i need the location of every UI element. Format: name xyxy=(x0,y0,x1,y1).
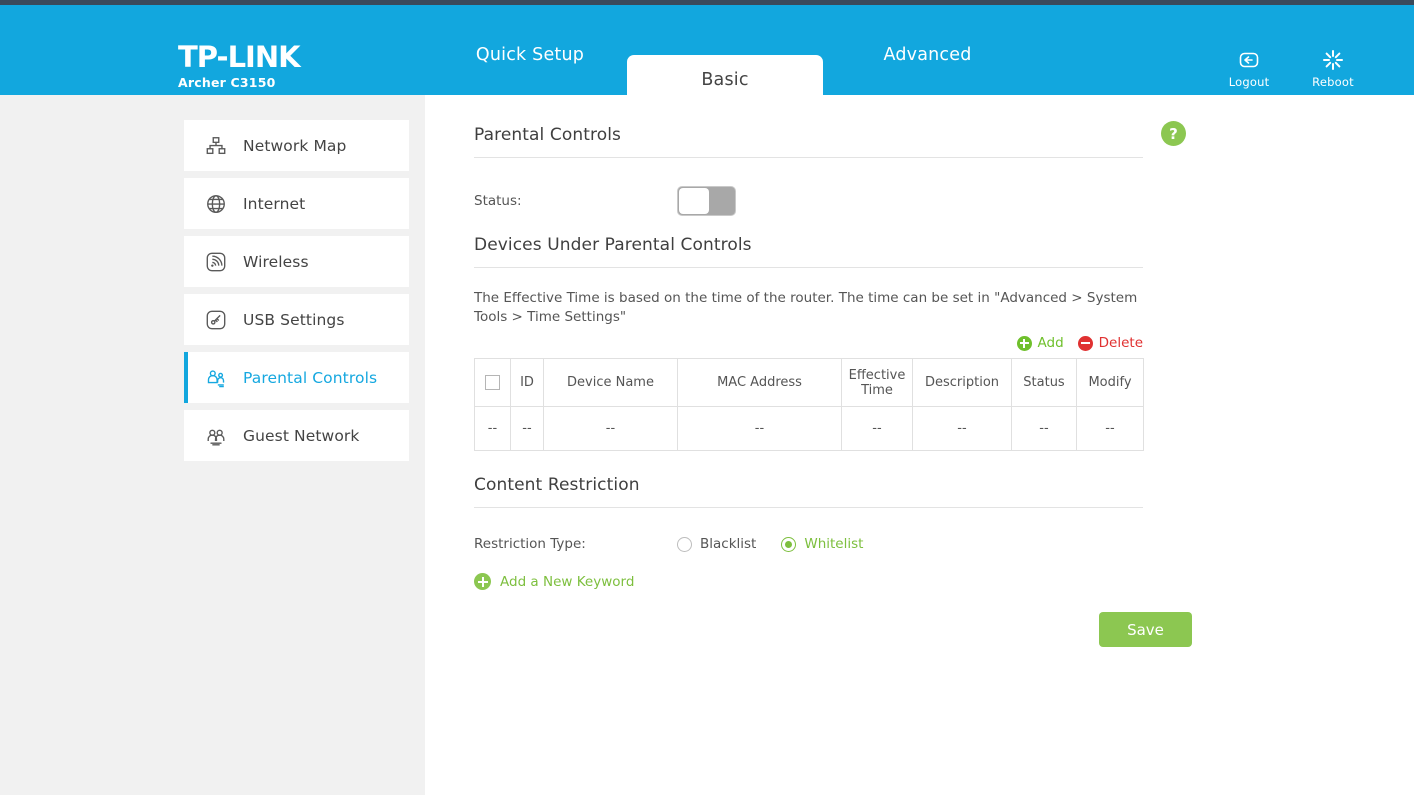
logout-label: Logout xyxy=(1228,75,1270,89)
radio-whitelist[interactable]: Whitelist xyxy=(781,536,863,552)
section-title-parental-controls: Parental Controls xyxy=(474,125,621,145)
sidebar-item-guest-network[interactable]: Guest Network xyxy=(184,410,409,461)
guest-network-icon xyxy=(205,425,235,447)
reboot-label: Reboot xyxy=(1312,75,1354,89)
plus-icon xyxy=(1016,335,1032,351)
add-label: Add xyxy=(1037,335,1064,351)
radio-label-blacklist: Blacklist xyxy=(700,536,757,552)
cell-modify: -- xyxy=(1076,406,1144,451)
radio-icon-whitelist xyxy=(781,536,797,552)
sidebar-label-usb-settings: USB Settings xyxy=(243,310,345,329)
radio-label-whitelist: Whitelist xyxy=(804,536,864,552)
column-id: ID xyxy=(510,358,544,407)
divider xyxy=(474,157,1143,158)
cell-description: -- xyxy=(912,406,1012,451)
section-parental-controls: Parental Controls Status: xyxy=(474,125,1143,216)
toggle-knob xyxy=(679,188,709,214)
cell-select: -- xyxy=(474,406,511,451)
select-all-cell xyxy=(474,358,511,407)
column-modify: Modify xyxy=(1076,358,1144,407)
effective-time-note: The Effective Time is based on the time … xyxy=(474,290,1138,325)
header-actions: Logout Reboot xyxy=(1224,48,1358,89)
sidebar-nav: Network Map Internet Wireless USB Settin… xyxy=(184,120,409,468)
reboot-button[interactable]: Reboot xyxy=(1308,48,1358,89)
usb-icon xyxy=(205,309,235,331)
parental-controls-icon xyxy=(205,367,235,389)
column-mac-address: MAC Address xyxy=(677,358,842,407)
add-keyword-label: Add a New Keyword xyxy=(500,573,635,590)
delete-button[interactable]: Delete xyxy=(1077,335,1143,351)
divider xyxy=(474,507,1143,508)
add-keyword-button[interactable]: Add a New Keyword xyxy=(474,573,1143,590)
brand-name: TP-LINK xyxy=(178,40,301,74)
tab-advanced[interactable]: Advanced xyxy=(845,10,1010,100)
sidebar-item-network-map[interactable]: Network Map xyxy=(184,120,409,171)
globe-icon xyxy=(205,193,235,215)
table-actions: Add Delete xyxy=(474,335,1143,351)
table-header-row: ID Device Name MAC Address Effective Tim… xyxy=(474,358,1144,407)
select-all-checkbox[interactable] xyxy=(485,375,500,390)
section-title-devices: Devices Under Parental Controls xyxy=(474,235,752,255)
brand-logo: TP-LINK Archer C3150 xyxy=(178,43,438,90)
divider xyxy=(474,267,1143,268)
brand-model: Archer C3150 xyxy=(178,75,276,90)
add-button[interactable]: Add xyxy=(1016,335,1064,351)
sidebar-label-parental-controls: Parental Controls xyxy=(243,368,378,387)
sidebar-label-internet: Internet xyxy=(243,194,306,213)
logout-icon xyxy=(1237,48,1261,72)
column-status: Status xyxy=(1011,358,1077,407)
save-button[interactable]: Save xyxy=(1099,612,1192,647)
section-devices: Devices Under Parental Controls The Effe… xyxy=(474,235,1144,451)
sidebar-item-wireless[interactable]: Wireless xyxy=(184,236,409,287)
tab-quick-setup[interactable]: Quick Setup xyxy=(455,10,605,100)
status-row: Status: xyxy=(474,186,1143,216)
table-row: -- -- -- -- -- -- -- -- xyxy=(474,406,1144,451)
router-admin-page: TP-LINK Archer C3150 Quick Setup Basic A… xyxy=(0,0,1414,795)
section-content-restriction: Content Restriction Restriction Type: Bl… xyxy=(474,475,1192,652)
column-device-name: Device Name xyxy=(543,358,678,407)
sidebar-label-guest-network: Guest Network xyxy=(243,426,360,445)
cell-mac-address: -- xyxy=(677,406,842,451)
footer-actions: Save xyxy=(474,612,1192,652)
status-label: Status: xyxy=(474,193,522,209)
sidebar-item-usb-settings[interactable]: USB Settings xyxy=(184,294,409,345)
restriction-type-row: Restriction Type: Blacklist Whitelist xyxy=(474,536,1143,552)
left-pane: Network Map Internet Wireless USB Settin… xyxy=(0,95,425,795)
app-header: TP-LINK Archer C3150 Quick Setup Basic A… xyxy=(0,5,1414,105)
column-description: Description xyxy=(912,358,1012,407)
network-map-icon xyxy=(205,135,235,157)
devices-table: ID Device Name MAC Address Effective Tim… xyxy=(474,358,1144,451)
wireless-icon xyxy=(205,251,235,273)
section-title-content-restriction: Content Restriction xyxy=(474,475,640,495)
restriction-type-label: Restriction Type: xyxy=(474,536,586,552)
cell-id: -- xyxy=(510,406,544,451)
cell-device-name: -- xyxy=(543,406,678,451)
cell-effective-time: -- xyxy=(841,406,913,451)
radio-icon-blacklist xyxy=(677,536,692,552)
main-content: ? Parental Controls Status: Devices Unde… xyxy=(425,95,1414,795)
column-effective-time: Effective Time xyxy=(841,358,913,407)
sidebar-label-wireless: Wireless xyxy=(243,252,309,271)
delete-label: Delete xyxy=(1098,335,1143,351)
plus-icon xyxy=(474,573,491,590)
parental-controls-status-toggle[interactable] xyxy=(677,186,736,216)
minus-icon xyxy=(1077,335,1093,351)
sidebar-label-network-map: Network Map xyxy=(243,136,347,155)
reboot-icon xyxy=(1321,48,1345,72)
sidebar-item-internet[interactable]: Internet xyxy=(184,178,409,229)
cell-status: -- xyxy=(1011,406,1077,451)
radio-blacklist[interactable]: Blacklist xyxy=(677,536,756,552)
help-button[interactable]: ? xyxy=(1161,121,1186,146)
logout-button[interactable]: Logout xyxy=(1224,48,1274,89)
sidebar-item-parental-controls[interactable]: Parental Controls xyxy=(184,352,409,403)
